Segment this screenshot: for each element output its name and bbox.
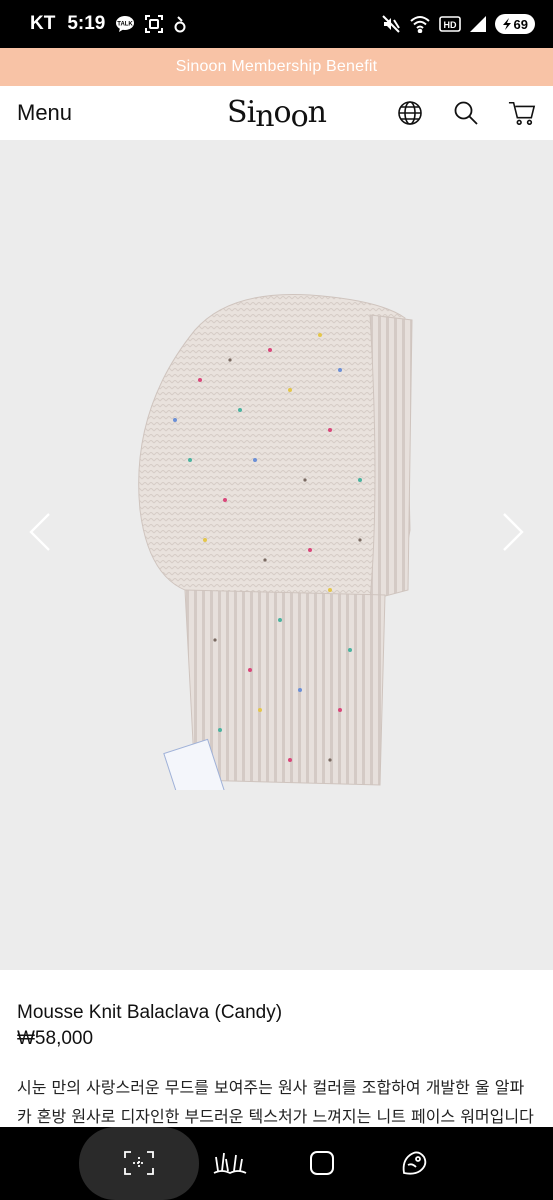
product-image bbox=[130, 290, 430, 810]
carrier-label: KT bbox=[30, 13, 56, 34]
search-icon[interactable] bbox=[452, 99, 480, 127]
globe-icon[interactable] bbox=[396, 99, 424, 127]
product-description: 시눈 만의 사랑스러운 무드를 보여주는 원사 컬러를 조합하여 개발한 울 알… bbox=[17, 1078, 534, 1126]
site-header: Menu Sinoon bbox=[0, 86, 553, 140]
membership-banner-text: Sinoon Membership Benefit bbox=[175, 58, 378, 75]
hd-icon: HD bbox=[438, 16, 461, 32]
assistant-icon[interactable] bbox=[396, 1145, 432, 1181]
gesture-icon bbox=[173, 15, 187, 33]
svg-text:HD: HD bbox=[443, 20, 456, 30]
scan-icon[interactable] bbox=[121, 1145, 157, 1181]
screenshot-icon bbox=[145, 15, 164, 33]
bottom-nav-bar bbox=[0, 1127, 553, 1200]
status-bar: KT 5:19 TALK HD 69 bbox=[0, 0, 553, 48]
site-logo[interactable]: Sinoon bbox=[227, 95, 327, 134]
product-info: Mousse Knit Balaclava (Candy) ₩58,000 시눈… bbox=[0, 970, 553, 1130]
cart-icon[interactable] bbox=[508, 99, 536, 127]
battery-indicator: 69 bbox=[494, 14, 535, 34]
product-name: Mousse Knit Balaclava (Candy) bbox=[17, 1002, 283, 1023]
product-price: ₩58,000 bbox=[17, 1028, 94, 1049]
wifi-icon bbox=[409, 15, 431, 33]
talk-icon: TALK bbox=[115, 15, 135, 33]
mute-icon bbox=[381, 14, 401, 34]
svg-text:TALK: TALK bbox=[118, 22, 134, 28]
menu-button[interactable]: Menu bbox=[17, 100, 72, 126]
chevron-left-icon[interactable] bbox=[25, 510, 55, 554]
home-icon[interactable] bbox=[304, 1145, 340, 1181]
product-gallery[interactable] bbox=[0, 140, 553, 970]
membership-banner[interactable]: Sinoon Membership Benefit bbox=[0, 48, 553, 86]
clock: 5:19 bbox=[67, 13, 106, 34]
battery-level: 69 bbox=[513, 16, 528, 32]
signal-icon bbox=[469, 15, 487, 33]
grass-icon[interactable] bbox=[212, 1145, 248, 1181]
chevron-right-icon[interactable] bbox=[498, 510, 528, 554]
